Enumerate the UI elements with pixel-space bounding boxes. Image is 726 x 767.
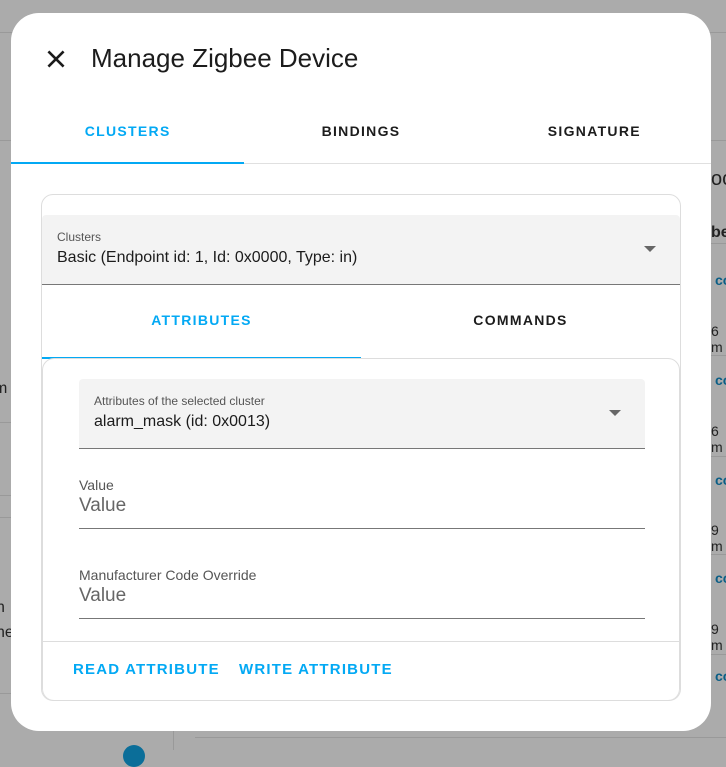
dropdown-arrow-icon [609,410,621,416]
divider [711,243,726,244]
clusters-select[interactable]: Clusters Basic (Endpoint id: 1, Id: 0x00… [42,215,680,285]
bg-link[interactable]: co [715,570,726,586]
bg-text: 9 m [711,522,723,554]
tab-bindings[interactable]: BINDINGS [244,100,477,163]
bg-link[interactable]: co [715,272,726,288]
bg-text: oc [711,168,726,190]
value-field: Value [79,477,645,529]
main-tabs: CLUSTERS BINDINGS SIGNATURE [11,100,711,164]
tab-commands[interactable]: COMMANDS [361,285,680,358]
bg-text: 9 m [711,621,723,653]
clusters-select-value: Basic (Endpoint id: 1, Id: 0x0000, Type:… [57,249,358,266]
manufacturer-code-input[interactable] [79,585,645,607]
value-field-label: Value [79,477,114,493]
divider [711,456,726,457]
bg-text: 6 m [711,423,723,455]
bg-text: be [711,224,726,241]
read-attribute-button[interactable]: READ ATTRIBUTE [73,661,220,678]
bg-text: m [0,380,8,397]
bg-link[interactable]: co [715,472,726,488]
bg-text: 6 m [711,323,723,355]
attributes-select[interactable]: Attributes of the selected cluster alarm… [79,379,645,449]
divider [711,654,726,655]
bg-link[interactable]: co [715,372,726,388]
bg-fab [123,745,145,767]
attributes-select-label: Attributes of the selected cluster [94,394,265,408]
divider [711,355,726,356]
divider [173,731,174,750]
value-input[interactable] [79,495,645,517]
tab-clusters[interactable]: CLUSTERS [11,100,245,164]
write-attribute-button[interactable]: WRITE ATTRIBUTE [239,661,393,678]
divider [711,554,726,555]
dialog-title: Manage Zigbee Device [91,43,359,73]
divider [0,495,11,496]
tab-attributes[interactable]: ATTRIBUTES [42,285,361,359]
manufacturer-code-field: Manufacturer Code Override [79,567,645,619]
tab-signature[interactable]: SIGNATURE [478,100,711,163]
clusters-select-label: Clusters [57,230,102,244]
bg-text: n [0,599,5,616]
divider [0,422,11,423]
attributes-card: Attributes of the selected cluster alarm… [42,358,680,700]
cluster-subtabs: ATTRIBUTES COMMANDS [42,285,680,359]
clusters-card: Clusters Basic (Endpoint id: 1, Id: 0x00… [41,194,681,701]
manage-zigbee-device-dialog: Manage Zigbee Device CLUSTERS BINDINGS S… [11,13,711,731]
bg-link[interactable]: co [715,668,726,684]
attributes-select-value: alarm_mask (id: 0x0013) [94,413,271,430]
manufacturer-code-label: Manufacturer Code Override [79,567,257,583]
card-actions: READ ATTRIBUTE WRITE ATTRIBUTE [43,641,679,700]
close-icon[interactable] [43,46,69,72]
dropdown-arrow-icon [644,246,656,252]
divider [0,517,11,518]
divider [195,737,726,738]
divider [0,693,11,694]
